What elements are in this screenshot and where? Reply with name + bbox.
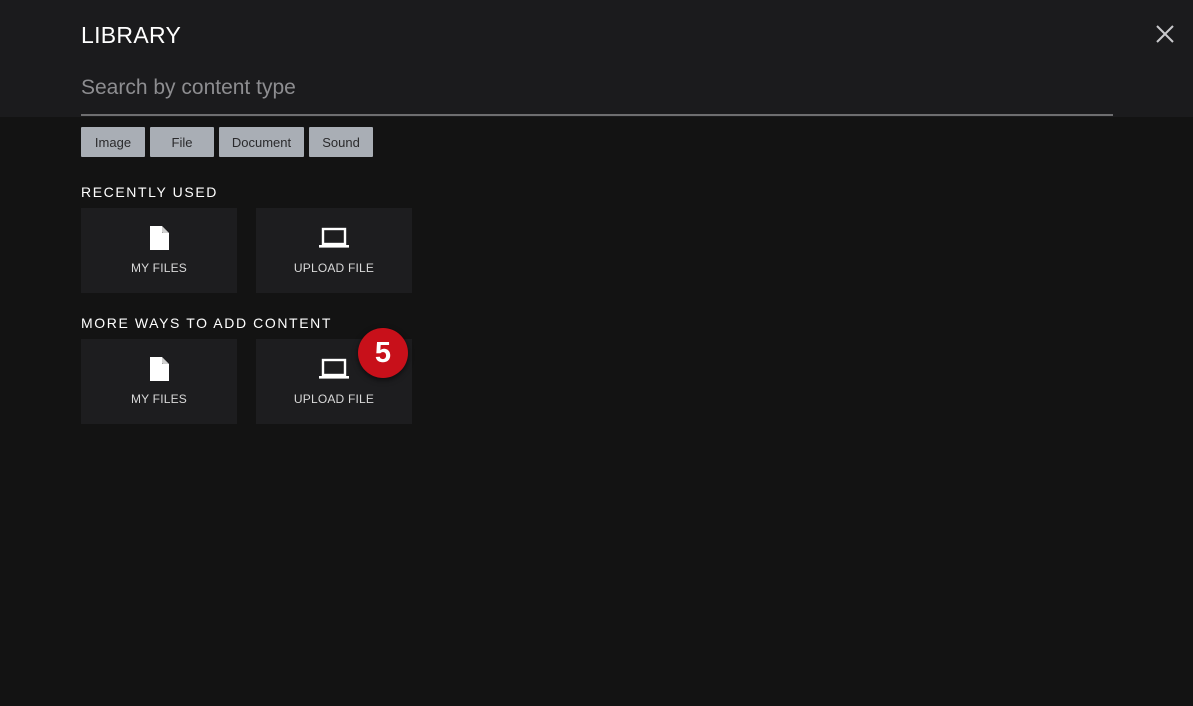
tile-label: UPLOAD FILE bbox=[293, 392, 375, 406]
more-my-files-tile[interactable]: MY FILES bbox=[81, 339, 237, 424]
tile-label: UPLOAD FILE bbox=[293, 261, 375, 275]
recent-my-files-tile[interactable]: MY FILES bbox=[81, 208, 237, 293]
tile-label: MY FILES bbox=[130, 261, 188, 275]
filter-file-button[interactable]: File bbox=[150, 127, 214, 157]
step-number-badge: 5 bbox=[358, 328, 408, 378]
search-input[interactable] bbox=[81, 70, 1113, 116]
filter-document-button[interactable]: Document bbox=[219, 127, 304, 157]
file-icon bbox=[81, 225, 237, 251]
laptop-icon bbox=[256, 225, 412, 251]
filter-sound-button[interactable]: Sound bbox=[309, 127, 373, 157]
close-button[interactable] bbox=[1153, 22, 1177, 46]
file-icon bbox=[81, 356, 237, 382]
content-type-filters: Image File Document Sound bbox=[81, 127, 373, 157]
dialog-title: LIBRARY bbox=[81, 22, 182, 48]
close-icon bbox=[1156, 25, 1174, 43]
recently-used-heading: RECENTLY USED bbox=[81, 184, 218, 200]
more-ways-heading: MORE WAYS TO ADD CONTENT bbox=[81, 315, 333, 331]
tile-label: MY FILES bbox=[130, 392, 188, 406]
recent-upload-file-tile[interactable]: UPLOAD FILE bbox=[256, 208, 412, 293]
filter-image-button[interactable]: Image bbox=[81, 127, 145, 157]
